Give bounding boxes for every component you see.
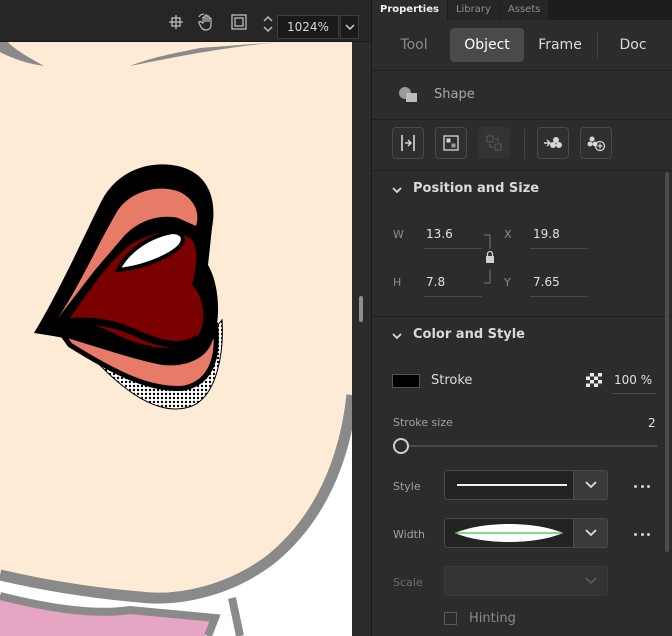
chevron-down-icon <box>584 529 597 537</box>
scale-label: Scale <box>393 576 423 589</box>
tab-library[interactable]: Library <box>447 0 499 20</box>
convert-to-symbol-button[interactable] <box>537 127 569 159</box>
tab-tool[interactable]: Tool <box>386 28 442 62</box>
position-size-header[interactable]: Position and Size <box>372 175 662 205</box>
panel-scrollbar[interactable] <box>665 172 669 552</box>
section-title: Color and Style <box>413 327 525 342</box>
dropdown-arrow <box>573 471 607 499</box>
chevron-down-icon <box>392 187 402 194</box>
stroke-alpha-input[interactable]: 100 % <box>614 373 652 387</box>
stroke-size-slider[interactable] <box>402 445 657 447</box>
y-input[interactable]: 7.65 <box>533 275 560 289</box>
stepper-icon[interactable] <box>258 14 278 34</box>
y-label: Y <box>504 276 511 289</box>
add-symbol-icon <box>587 136 606 152</box>
crosshair-icon[interactable] <box>166 12 186 32</box>
x-label: X <box>504 228 512 241</box>
mode-tabs: Tool Object Frame Doc <box>372 28 672 64</box>
grid-transform-icon <box>443 135 459 151</box>
width-options-more-icon[interactable] <box>634 531 650 537</box>
properties-panel: Properties Library Assets Tool Object Fr… <box>371 0 672 636</box>
stroke-label: Stroke <box>431 373 473 388</box>
chevron-down-icon <box>392 333 402 340</box>
height-input[interactable]: 7.8 <box>426 275 445 289</box>
stage-toolbar: 1024% <box>0 0 371 42</box>
zoom-dropdown-button[interactable] <box>340 15 359 39</box>
hinting-checkbox[interactable] <box>444 612 457 625</box>
tab-doc[interactable]: Doc <box>608 28 658 62</box>
alpha-checker-icon <box>586 373 602 387</box>
style-label: Style <box>393 480 421 493</box>
toolbar-divider <box>524 129 525 159</box>
dropdown-arrow <box>573 567 607 595</box>
divider <box>372 316 672 317</box>
object-tools-row <box>372 127 672 163</box>
stage-canvas[interactable]: 1024% <box>0 0 371 636</box>
lock-proportions-icon[interactable] <box>482 234 498 284</box>
stroke-size-value[interactable]: 2 <box>648 416 656 430</box>
shape-icon <box>399 87 417 102</box>
break-apart-button[interactable] <box>478 127 510 159</box>
color-style-header[interactable]: Color and Style <box>372 321 662 351</box>
align-button[interactable] <box>392 127 424 159</box>
divider <box>372 170 672 171</box>
stroke-color-swatch[interactable] <box>392 374 420 388</box>
neck-line <box>228 597 244 636</box>
hinting-label: Hinting <box>469 611 516 626</box>
dropdown-arrow <box>573 519 607 547</box>
panel-tab-bar: Properties Library Assets <box>372 0 672 20</box>
stroke-style-dropdown[interactable] <box>444 470 608 500</box>
width-profile-label: Width <box>393 528 425 541</box>
break-apart-icon <box>486 135 502 151</box>
chevron-down-icon <box>344 24 355 30</box>
transform-button[interactable] <box>435 127 467 159</box>
divider <box>372 70 672 71</box>
width-profile-preview <box>455 524 563 542</box>
y-input-underline <box>530 296 588 297</box>
tab-frame[interactable]: Frame <box>530 28 590 62</box>
width-profile-dropdown[interactable] <box>444 518 608 548</box>
width-input-underline <box>424 248 482 249</box>
stage-scrollbar[interactable] <box>352 42 371 636</box>
height-label: H <box>393 276 402 289</box>
symbol-convert-icon <box>544 137 562 148</box>
object-type-label: Shape <box>434 87 475 102</box>
tab-object[interactable]: Object <box>450 28 524 62</box>
solid-line-preview <box>457 484 567 486</box>
object-type-row: Shape <box>372 76 672 118</box>
width-label: W <box>393 228 404 241</box>
alpha-input-underline <box>612 393 656 394</box>
stroke-size-label: Stroke size <box>393 416 453 429</box>
chevron-down-icon <box>584 481 597 489</box>
width-input[interactable]: 13.6 <box>426 227 453 241</box>
artwork-canvas[interactable] <box>0 42 352 636</box>
section-title: Position and Size <box>413 181 540 196</box>
chevron-down-icon <box>584 577 597 585</box>
stage-scrollbar-thumb[interactable] <box>359 296 363 322</box>
align-icon <box>401 135 415 151</box>
style-options-more-icon[interactable] <box>634 483 650 489</box>
stroke-size-slider-knob[interactable] <box>393 438 409 454</box>
tab-divider <box>597 32 598 58</box>
scale-dropdown[interactable] <box>444 566 608 596</box>
zoom-input[interactable]: 1024% <box>277 15 339 39</box>
height-input-underline <box>424 296 482 297</box>
add-to-library-button[interactable] <box>580 127 612 159</box>
x-input-underline <box>530 248 588 249</box>
tab-properties[interactable]: Properties <box>372 0 447 20</box>
hand-rotate-icon[interactable] <box>197 12 217 32</box>
divider <box>372 119 672 120</box>
x-input[interactable]: 19.8 <box>533 227 560 241</box>
tab-assets[interactable]: Assets <box>499 0 549 20</box>
clip-canvas-icon[interactable] <box>229 12 249 32</box>
